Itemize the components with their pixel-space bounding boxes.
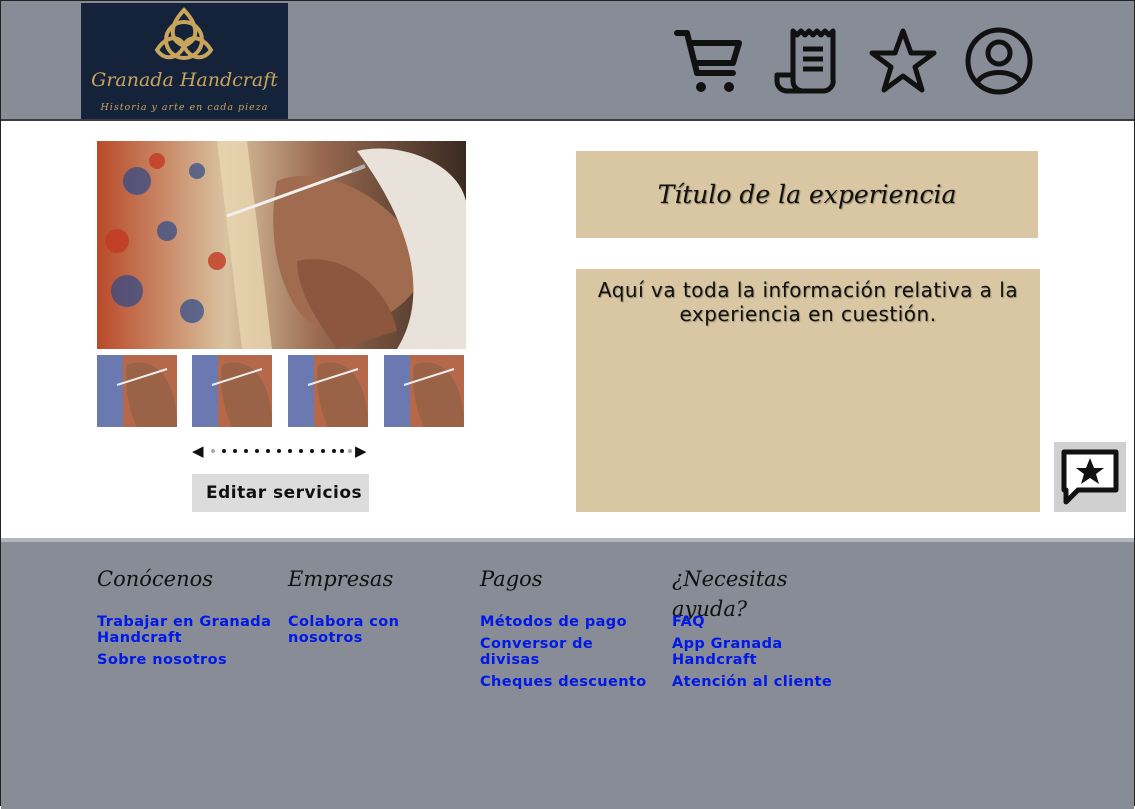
review-button[interactable]	[1054, 442, 1126, 512]
logo[interactable]: Granada Handcraft Historia y arte en cad…	[81, 3, 288, 119]
star-comment-icon	[1061, 449, 1119, 505]
footer-column-conocenos: Conócenos Trabajar en Granada Handcraft …	[97, 564, 272, 674]
experience-info: Aquí va toda la información relativa a l…	[576, 269, 1040, 512]
footer-column-pagos: Pagos Métodos de pago Conversor de divis…	[480, 564, 655, 696]
carousel-nav: ◀ ▶	[192, 443, 372, 459]
footer-heading: Pagos	[480, 567, 543, 591]
thumbnail-4[interactable]	[384, 355, 464, 427]
thumbnail-1[interactable]	[97, 355, 177, 427]
footer-link-cheques-descuento[interactable]: Cheques descuento	[480, 674, 655, 690]
carousel-dot[interactable]	[255, 449, 259, 453]
footer-link-sobre-nosotros[interactable]: Sobre nosotros	[97, 652, 272, 668]
logo-title: Granada Handcraft	[91, 69, 278, 91]
footer-link-faq[interactable]: FAQ	[672, 614, 847, 630]
carousel-next-icon[interactable]: ▶	[355, 443, 367, 459]
celtic-knot-icon	[154, 7, 214, 60]
thumbnail-3[interactable]	[288, 355, 368, 427]
carousel-dot[interactable]	[266, 449, 270, 453]
footer-link-app[interactable]: App Granada Handcraft	[672, 636, 802, 668]
craft-painting-image	[97, 141, 466, 349]
footer-heading: Empresas	[288, 567, 394, 591]
carousel-dot[interactable]	[299, 449, 303, 453]
experience-title: Título de la experiencia	[657, 180, 957, 209]
user-icon[interactable]	[963, 25, 1035, 97]
footer-link-metodos-pago[interactable]: Métodos de pago	[480, 614, 655, 630]
cart-icon[interactable]	[673, 25, 745, 97]
carousel-prev-icon[interactable]: ◀	[192, 443, 204, 459]
carousel-dot[interactable]	[332, 449, 336, 453]
footer-heading: Conócenos	[97, 567, 214, 591]
carousel-dot[interactable]	[244, 449, 248, 453]
logo-subtitle: Historia y arte en cada pieza	[100, 102, 269, 113]
footer-link-conversor-divisas[interactable]: Conversor de divisas	[480, 636, 655, 668]
carousel-dot[interactable]	[340, 449, 344, 453]
main-photo[interactable]	[97, 141, 466, 349]
carousel-dot[interactable]	[348, 449, 352, 453]
footer-heading: ¿Necesitas ayuda?	[672, 567, 788, 621]
footer-column-ayuda: ¿Necesitas ayuda? FAQ App Granada Handcr…	[672, 564, 847, 696]
receipt-icon[interactable]	[773, 25, 845, 97]
carousel-dot[interactable]	[310, 449, 314, 453]
footer-link-trabajar[interactable]: Trabajar en Granada Handcraft	[97, 614, 272, 646]
header: Granada Handcraft Historia y arte en cad…	[1, 1, 1134, 121]
edit-services-button[interactable]: Editar servicios	[192, 474, 369, 512]
carousel-dot[interactable]	[222, 449, 226, 453]
footer-link-atencion-cliente[interactable]: Atención al cliente	[672, 674, 847, 690]
footer: Conócenos Trabajar en Granada Handcraft …	[1, 538, 1134, 809]
thumbnail-2[interactable]	[192, 355, 272, 427]
carousel-dot[interactable]	[321, 449, 325, 453]
star-icon[interactable]	[867, 25, 939, 97]
footer-column-empresas: Empresas Colabora con nosotros	[288, 564, 463, 652]
carousel-dot[interactable]	[233, 449, 237, 453]
carousel-dot[interactable]	[277, 449, 281, 453]
footer-link-colabora[interactable]: Colabora con nosotros	[288, 614, 463, 646]
carousel-dot[interactable]	[288, 449, 292, 453]
carousel-dot[interactable]	[211, 449, 215, 453]
experience-title-panel: Título de la experiencia	[576, 151, 1038, 238]
